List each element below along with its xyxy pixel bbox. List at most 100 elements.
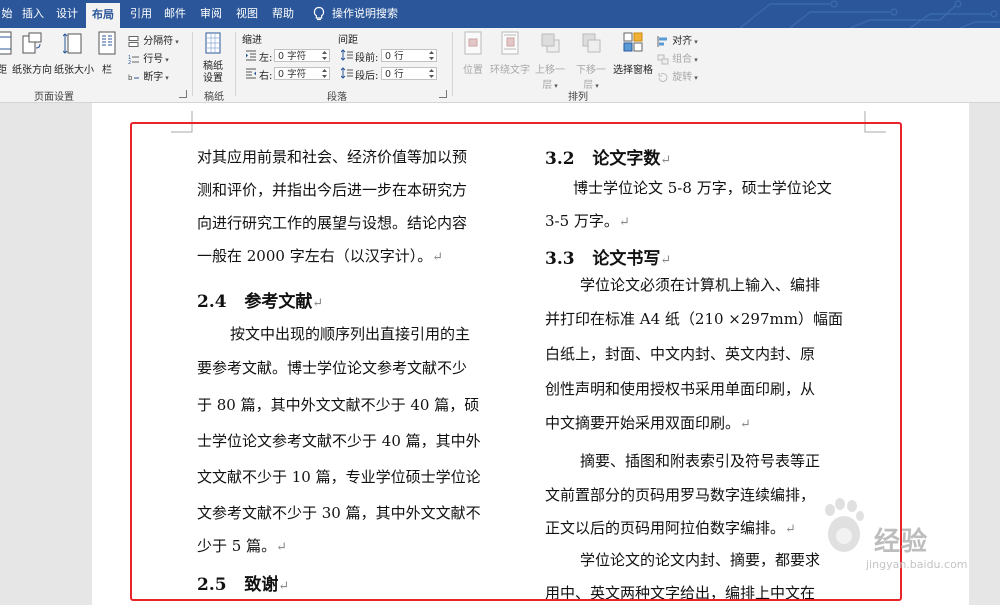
tab-home[interactable]: 始 xyxy=(0,0,14,28)
left-paragraph-line: 于 80 篇，其中外文文献不少于 40 篇，硕 xyxy=(197,396,480,414)
rotate-icon xyxy=(658,72,668,82)
rotate-button[interactable]: 旋转 ▾ xyxy=(657,68,698,83)
right-paragraph-line: 创性声明和使用授权书采用单面印刷，从 xyxy=(545,380,816,398)
spinner-arrows-icon[interactable] xyxy=(428,68,435,79)
bring-forward-text: 上移一层 xyxy=(535,65,565,91)
left-paragraph-line: 要参考文献。博士学位论文参考文献不少 xyxy=(197,359,468,377)
tell-me-search[interactable]: 操作说明搜索 xyxy=(312,0,398,28)
spinner-arrows-icon[interactable] xyxy=(321,50,328,61)
orientation-icon xyxy=(22,32,42,54)
send-backward-icon xyxy=(582,33,601,53)
breaks-label: 分隔符 xyxy=(143,36,174,47)
group-label-paragraph: 段落 xyxy=(327,92,347,103)
indent-right-input[interactable]: 0 字符 xyxy=(274,67,330,80)
indent-left-input[interactable]: 0 字符 xyxy=(274,49,330,62)
watermark-text: 经验 xyxy=(874,527,929,557)
margins-button[interactable]: 距 xyxy=(0,30,12,76)
spacing-before-icon xyxy=(341,49,353,61)
align-icon xyxy=(657,35,667,47)
columns-label: 栏 xyxy=(102,65,112,76)
group-label-draft: 稿纸 xyxy=(204,92,224,103)
group-label-arrange: 排列 xyxy=(568,92,588,103)
lightbulb-icon xyxy=(313,6,325,21)
line-numbers-icon: 12 xyxy=(128,55,139,66)
bring-forward-button[interactable]: 上移一层 ▾ xyxy=(532,30,568,91)
spacing-before-input[interactable]: 0 行 xyxy=(381,49,437,62)
columns-button[interactable]: 栏 xyxy=(96,30,118,76)
wrap-text-label: 环绕文字 xyxy=(490,65,530,76)
watermark-url: jingyan.baidu.com xyxy=(866,558,968,571)
paper-settings-button[interactable]: 稿纸 设置 xyxy=(197,30,229,85)
wrap-text-button[interactable]: 环绕文字 xyxy=(488,30,532,76)
left-paragraph-line: 测和评价，并指出今后进一步在本研究方 xyxy=(197,181,468,199)
left-paragraph-line: 士学位论文参考文献不少于 40 篇，其中外 xyxy=(197,432,481,450)
left-paragraph-text: 一般在 2000 字左右（以汉字计）。 xyxy=(197,247,433,265)
paragraph-mark: ↵ xyxy=(278,579,290,594)
align-label: 对齐 xyxy=(672,36,693,47)
tab-mailings[interactable]: 邮件 xyxy=(160,0,190,28)
spacing-before-value: 0 行 xyxy=(385,51,404,62)
left-paragraph-line: 文文献不少于 10 篇，专业学位硕士学位论 xyxy=(197,468,481,486)
indent-right-label: 右: xyxy=(259,71,273,82)
crop-mark-top-right xyxy=(864,111,886,133)
paragraph-mark: ↵ xyxy=(276,540,287,555)
spinner-arrows-icon[interactable] xyxy=(321,68,328,79)
left-paragraph-line: 对其应用前景和社会、经济价值等加以预 xyxy=(197,148,468,166)
circuit-decoration xyxy=(739,0,1000,28)
spinner-arrows-icon[interactable] xyxy=(428,50,435,61)
right-paragraph-line: 并打印在标准 A4 纸（210 ×297mm）幅面 xyxy=(545,310,843,328)
tab-insert[interactable]: 插入 xyxy=(18,0,48,28)
heading-text: 致谢 xyxy=(244,575,279,595)
paragraph-launcher[interactable] xyxy=(439,90,447,98)
line-numbers-button[interactable]: 12 行号 ▾ xyxy=(128,50,169,66)
hyphenation-icon: b xyxy=(128,74,139,82)
group-objects-button[interactable]: 组合 ▾ xyxy=(657,50,698,65)
tab-references[interactable]: 引用 xyxy=(126,0,156,28)
paragraph-mark: ↵ xyxy=(740,417,751,432)
spacing-title: 间距 xyxy=(338,35,358,46)
left-paragraph-line: 按文中出现的顺序列出直接引用的主 xyxy=(230,325,471,343)
svg-text:2: 2 xyxy=(128,60,131,65)
indent-left-value: 0 字符 xyxy=(278,51,307,62)
align-button[interactable]: 对齐 ▾ xyxy=(657,32,698,47)
heading-number: 3.2 xyxy=(545,149,575,169)
tab-view[interactable]: 视图 xyxy=(232,0,262,28)
send-backward-button[interactable]: 下移一层 ▾ xyxy=(572,30,610,91)
indent-title: 缩进 xyxy=(242,35,262,46)
crop-mark-top-left xyxy=(171,111,193,133)
tab-design[interactable]: 设计 xyxy=(52,0,82,28)
rotate-label: 旋转 xyxy=(672,72,693,83)
spacing-after-input[interactable]: 0 行 xyxy=(381,67,437,80)
breaks-button[interactable]: 分隔符 ▾ xyxy=(128,32,179,47)
tab-review[interactable]: 审阅 xyxy=(196,0,226,28)
tab-layout[interactable]: 布局 xyxy=(86,3,120,28)
selection-pane-button[interactable]: 选择窗格 xyxy=(612,30,654,76)
wrap-text-icon xyxy=(501,31,519,55)
indent-left-icon xyxy=(246,50,256,61)
heading-3-2: 3.2 论文字数↵ xyxy=(545,144,671,169)
heading-3-3: 3.3 论文书写↵ xyxy=(545,244,671,269)
spacing-before-label: 段前: xyxy=(355,53,379,64)
paragraph-mark: ↵ xyxy=(618,215,630,230)
heading-number: 3.3 xyxy=(545,249,575,269)
tab-help[interactable]: 帮助 xyxy=(268,0,298,28)
hyphenation-button[interactable]: b 断字 ▾ xyxy=(128,68,169,83)
ribbon: 距 纸张方向 纸张大小 栏 分隔符▾ 12 行号▾ b 断字▾ 页面设置 xyxy=(0,28,1000,103)
size-button[interactable]: 纸张大小 xyxy=(54,30,94,76)
position-button[interactable]: 位置 xyxy=(456,30,490,76)
left-paragraph-line: 向进行研究工作的展望与设想。结论内容 xyxy=(197,214,468,232)
indent-right-icon xyxy=(246,68,256,79)
orientation-button[interactable]: 纸张方向 xyxy=(12,30,52,76)
paragraph-mark: ↵ xyxy=(312,296,324,311)
paragraph-mark: ↵ xyxy=(660,253,672,268)
heading-number: 2.5 xyxy=(197,575,227,595)
spacing-after-value: 0 行 xyxy=(385,69,404,80)
group-objects-icon xyxy=(657,54,669,64)
line-numbers-label: 行号 xyxy=(143,54,164,65)
left-paragraph-line-end: 一般在 2000 字左右（以汉字计）。↵ xyxy=(197,240,443,274)
right-paragraph-line-end: 正文以后的页码用阿拉伯数字编排。↵ xyxy=(545,512,796,546)
paragraph-mark: ↵ xyxy=(432,250,444,265)
heading-text: 论文书写 xyxy=(592,249,661,269)
orientation-label: 纸张方向 xyxy=(12,65,52,76)
page-setup-launcher[interactable] xyxy=(179,90,187,98)
